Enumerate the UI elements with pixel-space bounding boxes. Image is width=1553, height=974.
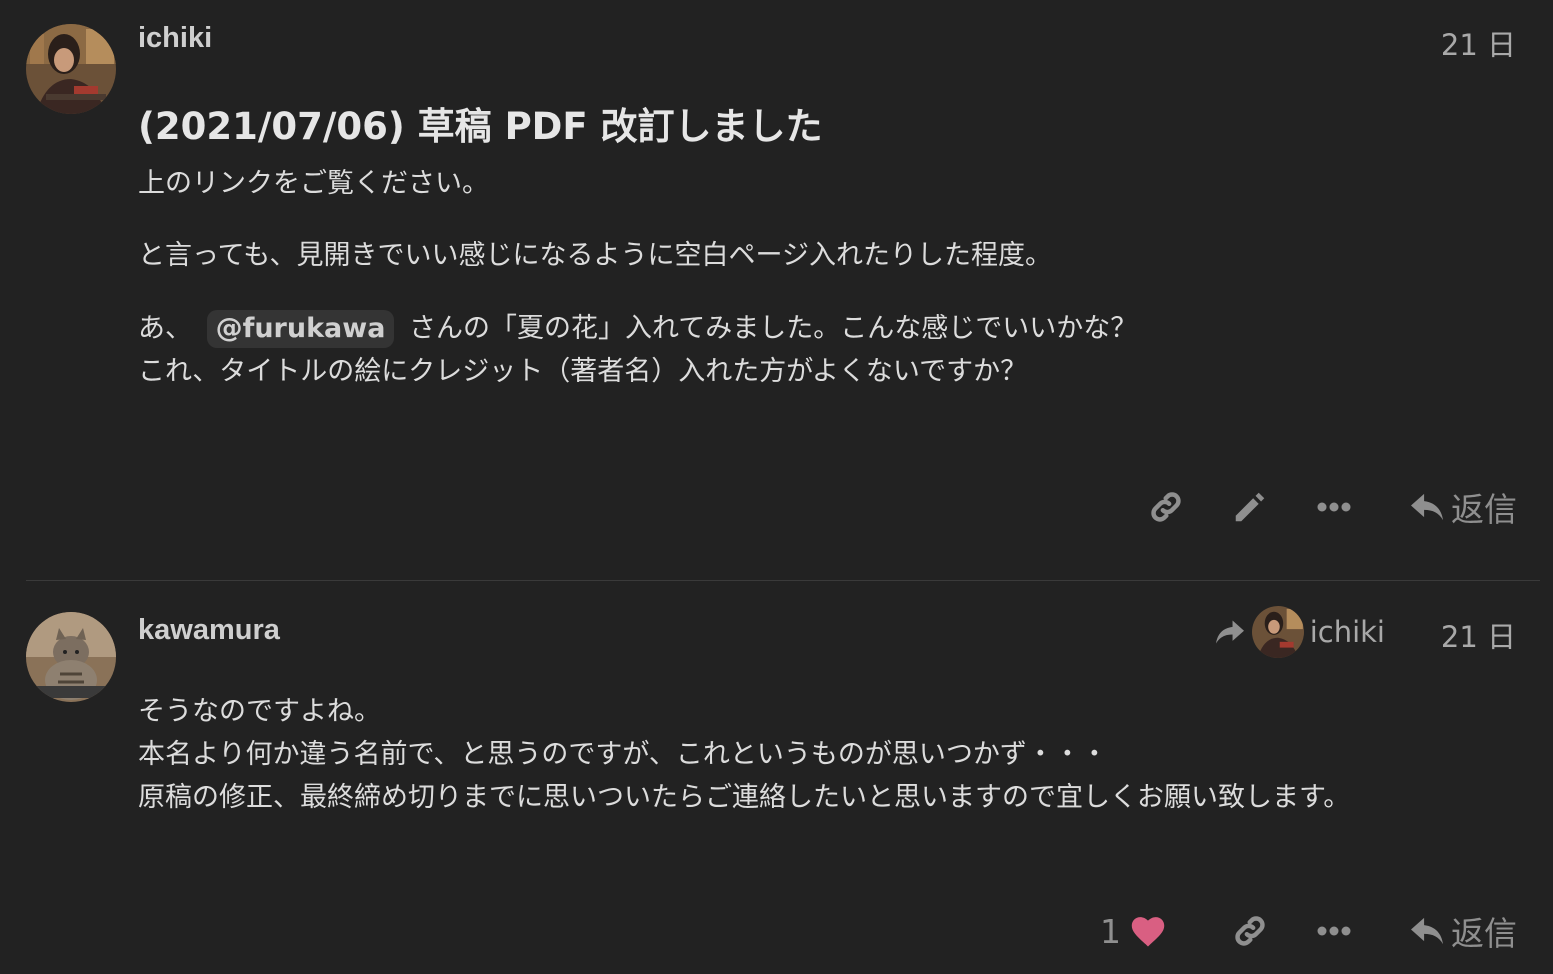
reply-label: 返信 xyxy=(1451,490,1517,529)
post-kawamura: kawamura ichiki 21 日 そうなのですよね。 本名より何か違う名… xyxy=(0,581,1553,974)
paragraph-text: あ、 xyxy=(138,313,192,344)
reply-button[interactable]: 返信 xyxy=(1409,907,1517,955)
post-line: そうなのですよね。 xyxy=(138,696,381,727)
post-line: 本名より何か違う名前で、と思うのですが、これというものが思いつかず・・・ xyxy=(138,739,1108,770)
link-icon[interactable] xyxy=(1227,912,1273,950)
post-heading: (2021/07/06) 草稿 PDF 改訂しました xyxy=(138,105,823,148)
user-mention[interactable]: @furukawa xyxy=(206,310,395,348)
post-paragraph: 上のリンクをご覧ください。 xyxy=(138,168,489,199)
post-date[interactable]: 21 日 xyxy=(1441,22,1516,64)
reply-button[interactable]: 返信 xyxy=(1409,483,1517,531)
post-paragraph: と言っても、見開きでいい感じになるように空白ページ入れたりした程度。 xyxy=(138,240,1052,271)
share-arrow-icon xyxy=(1215,620,1244,644)
reply-icon xyxy=(1411,493,1443,521)
pencil-icon[interactable] xyxy=(1227,488,1273,526)
paragraph-text: さんの「夏の花」入れてみました。こんな感じでいいかな？ xyxy=(409,313,1138,344)
heart-icon xyxy=(1131,917,1165,947)
avatar-ichiki[interactable] xyxy=(26,24,116,114)
like-button[interactable]: 1 xyxy=(1100,912,1167,951)
post-ichiki: ichiki 21 日 (2021/07/06) 草稿 PDF 改訂しました 上… xyxy=(0,0,1553,580)
post-line: 原稿の修正、最終締め切りまでに思いついたらご連絡したいと思いますので宜しくお願い… xyxy=(138,782,1351,813)
more-icon[interactable] xyxy=(1311,501,1357,513)
post-date[interactable]: 21 日 xyxy=(1441,614,1516,656)
post-actions: 返信 xyxy=(1143,483,1517,531)
post-actions: 1 返信 xyxy=(1100,907,1517,955)
reply-icon xyxy=(1411,917,1443,945)
post-username[interactable]: kawamura xyxy=(138,614,280,647)
post-paragraph-mention: あ、 @furukawa さんの「夏の花」入れてみました。こんな感じでいいかな？ xyxy=(138,307,1137,351)
reply-to-avatar xyxy=(1251,606,1304,658)
reply-to-username: ichiki xyxy=(1309,615,1385,649)
reply-label: 返信 xyxy=(1451,914,1517,953)
like-count: 1 xyxy=(1100,911,1121,951)
reply-to-indicator[interactable]: ichiki xyxy=(1214,606,1385,658)
post-username[interactable]: ichiki xyxy=(138,22,212,55)
avatar-kawamura[interactable] xyxy=(26,612,116,702)
more-icon[interactable] xyxy=(1311,925,1357,937)
link-icon[interactable] xyxy=(1143,488,1189,526)
post-paragraph: これ、タイトルの絵にクレジット（著者名）入れた方がよくないですか？ xyxy=(138,356,1028,387)
